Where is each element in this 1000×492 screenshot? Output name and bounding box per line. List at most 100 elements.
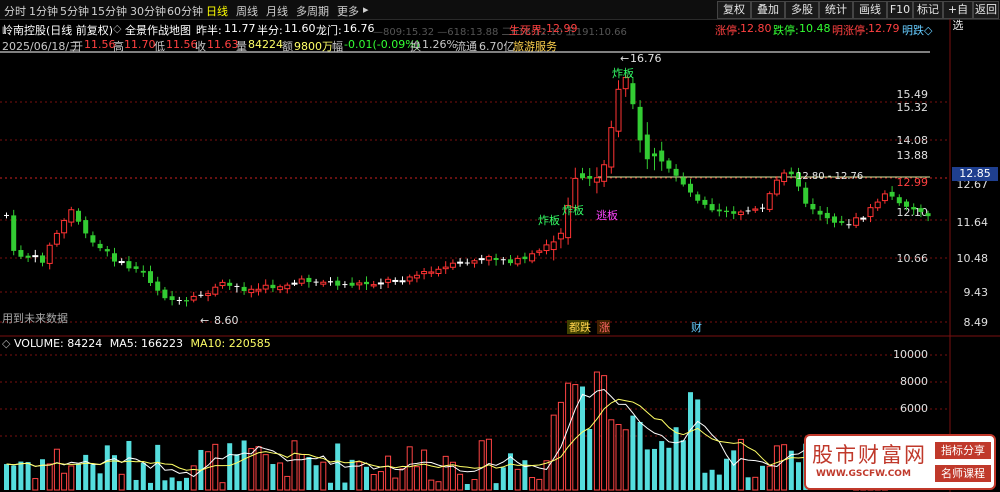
kline-chart[interactable]: 16.76 ← 8.60 ← 12.80 - 12.76 炸板 炸板 炸板 逃板… bbox=[0, 0, 1000, 492]
volume-bar bbox=[724, 458, 729, 490]
volume-axis-label: 8000 bbox=[900, 375, 928, 388]
candle-body bbox=[442, 266, 449, 270]
volume-bar bbox=[270, 464, 276, 490]
volume-collapse-icon[interactable]: ◇ bbox=[2, 337, 10, 350]
candle-body bbox=[688, 183, 693, 193]
candle-body bbox=[695, 194, 701, 201]
volume-bar bbox=[176, 481, 182, 490]
candle-body bbox=[435, 268, 442, 274]
candle-body bbox=[500, 259, 506, 261]
volume-bar bbox=[652, 448, 657, 490]
candle-body bbox=[737, 211, 744, 216]
ma10-value: 220585 bbox=[228, 337, 271, 350]
ma5-label: MA5: bbox=[109, 337, 138, 350]
volume-bar bbox=[97, 473, 103, 490]
volume-bar bbox=[788, 450, 794, 490]
candle-body bbox=[342, 284, 348, 286]
volume-bar bbox=[335, 443, 341, 490]
candle-body bbox=[543, 244, 550, 252]
candle-body bbox=[731, 211, 737, 214]
volume-bar bbox=[550, 414, 557, 491]
candle-body bbox=[198, 294, 204, 296]
volume-bar bbox=[666, 447, 672, 490]
volume-bar bbox=[25, 462, 31, 490]
candle-body bbox=[219, 281, 226, 287]
volume-bar bbox=[76, 463, 81, 490]
candle-body bbox=[53, 232, 60, 245]
volume-bar bbox=[608, 419, 615, 491]
watermark-title: 股市财富网 bbox=[812, 443, 927, 467]
volume-bar bbox=[399, 468, 406, 491]
volume-bar bbox=[234, 454, 240, 490]
volume-bar bbox=[752, 476, 759, 491]
volume-axis-label: 10000 bbox=[893, 348, 928, 361]
candle-body bbox=[803, 187, 809, 204]
candle-body bbox=[83, 220, 89, 234]
candle-body bbox=[652, 153, 657, 157]
candle-body bbox=[522, 256, 528, 260]
ma10-label: MA10: bbox=[190, 337, 226, 350]
volume-bar bbox=[766, 465, 773, 491]
volume-bar bbox=[529, 477, 536, 491]
volume-bar bbox=[508, 453, 513, 490]
low-mark-label: 8.60 bbox=[214, 314, 239, 327]
volume-bar bbox=[493, 483, 499, 490]
volume-bar bbox=[680, 440, 686, 490]
candle-body bbox=[529, 253, 536, 262]
candle-body bbox=[349, 282, 355, 286]
volume-bar bbox=[61, 472, 68, 491]
candle-body bbox=[148, 271, 153, 283]
volume-bar bbox=[565, 382, 572, 491]
candle-body bbox=[860, 217, 867, 220]
volume-bar bbox=[478, 440, 485, 491]
volume-bar bbox=[11, 465, 17, 490]
candle-body bbox=[133, 266, 139, 269]
event-cai: 财 bbox=[691, 320, 702, 334]
volume-bar bbox=[442, 455, 449, 491]
volume-label: VOLUME: bbox=[13, 337, 64, 350]
candle-body bbox=[25, 255, 31, 258]
volume-bar bbox=[205, 451, 212, 491]
candle-body bbox=[370, 284, 377, 287]
candle-body bbox=[673, 168, 679, 176]
candle-body bbox=[824, 212, 830, 219]
candle-body bbox=[788, 171, 794, 175]
volume-bar bbox=[385, 455, 392, 491]
candle-body bbox=[536, 250, 543, 253]
candle-body bbox=[449, 262, 456, 268]
volume-bar bbox=[4, 464, 9, 490]
candle-body bbox=[493, 257, 499, 260]
volume-bar bbox=[241, 440, 247, 490]
volume-value: 84224 bbox=[67, 337, 103, 350]
candle-body bbox=[810, 203, 816, 210]
volume-bar bbox=[342, 482, 348, 490]
volume-bar bbox=[148, 482, 153, 490]
candle-body bbox=[846, 224, 852, 226]
candle-body bbox=[234, 285, 240, 287]
candle-body bbox=[377, 282, 384, 285]
candle-body bbox=[184, 300, 189, 302]
volume-header: ◇ VOLUME: 84224 MA5: 166223 MA10: 220585 bbox=[2, 337, 271, 350]
candle-body bbox=[291, 282, 298, 285]
candle-body bbox=[428, 271, 435, 274]
volume-bar bbox=[630, 415, 636, 490]
low-arrow-icon: ← bbox=[200, 314, 209, 327]
candle-body bbox=[478, 258, 485, 261]
volume-bar bbox=[659, 441, 665, 490]
volume-bar bbox=[471, 479, 478, 491]
volume-bar bbox=[291, 440, 298, 491]
volume-bar bbox=[126, 440, 132, 490]
candle-body bbox=[76, 210, 81, 222]
candle-body bbox=[270, 284, 276, 289]
candle-body bbox=[176, 299, 182, 301]
volume-bar bbox=[737, 438, 744, 491]
candle-body bbox=[680, 177, 686, 185]
candle-body bbox=[508, 259, 513, 264]
candle-body bbox=[241, 286, 247, 292]
volume-bar bbox=[262, 454, 269, 491]
candle-body bbox=[593, 177, 600, 183]
volume-bar bbox=[673, 427, 679, 490]
volume-bar bbox=[593, 371, 600, 491]
candle-body bbox=[313, 281, 319, 283]
volume-bar bbox=[464, 483, 470, 490]
